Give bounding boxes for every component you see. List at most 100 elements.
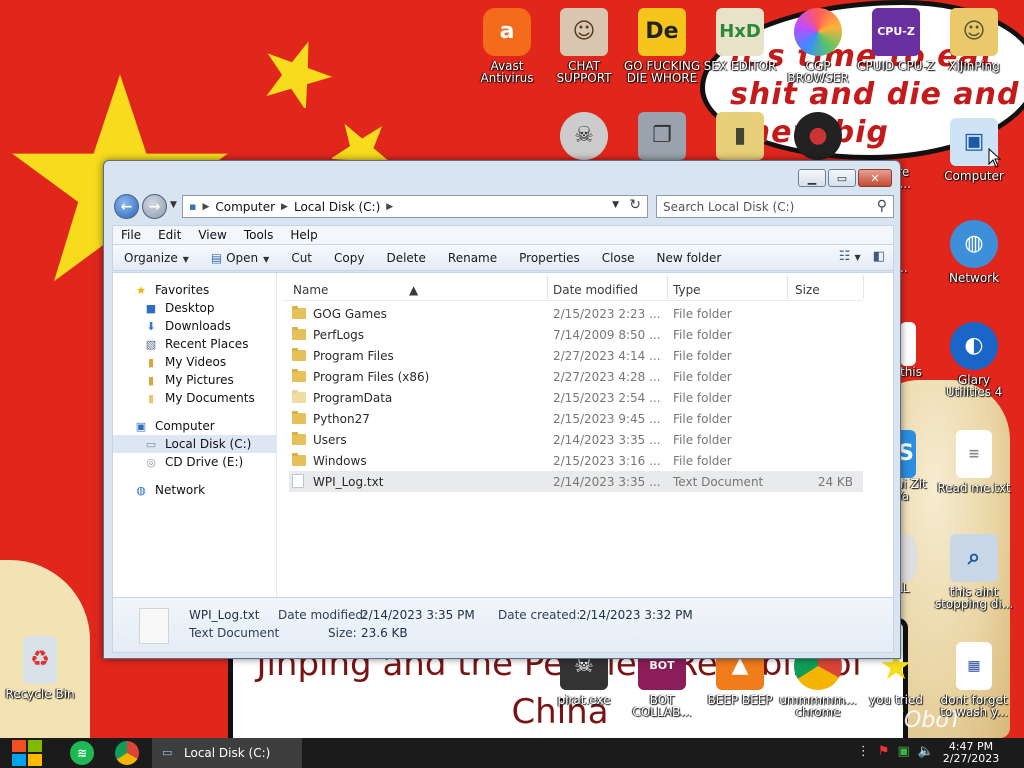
nav-desktop[interactable]: ■ Desktop (113, 299, 276, 317)
windows-logo-icon (28, 754, 42, 766)
recent-pages-dropdown[interactable]: ▼ (170, 200, 177, 210)
delete-button[interactable]: Delete (375, 251, 436, 265)
column-type[interactable]: Type (673, 283, 701, 297)
file-row[interactable]: ProgramData 2/15/2023 2:54 ... File fold… (289, 387, 863, 408)
column-divider[interactable] (787, 275, 788, 299)
minimize-icon: ▁ (807, 171, 817, 185)
address-row: ← → ▼ ▪ ▶ Computer ▶ Local Disk (C:) ▶ ▼… (112, 193, 894, 219)
menu-view[interactable]: View (190, 228, 235, 242)
desktop-icon-cgp-browser[interactable]: CGP BROWSER (778, 8, 858, 84)
desktop-icon-dark-disc[interactable]: ● (778, 112, 858, 164)
menu-edit[interactable]: Edit (150, 228, 190, 242)
file-row[interactable]: GOG Games 2/15/2023 2:23 ... File folder (289, 303, 863, 324)
desktop-icon-book[interactable]: ▮ (700, 112, 780, 164)
new-folder-button[interactable]: New folder (645, 251, 732, 265)
avast-icon: a (483, 8, 531, 56)
column-headers: ▲ Name Date modified Type Size (283, 273, 864, 301)
volume-icon[interactable]: 🔈 (918, 744, 934, 759)
breadcrumb-local-disk[interactable]: Local Disk (C:) (294, 200, 380, 214)
desktop-icon-avast[interactable]: a Avast Antivirus (467, 8, 547, 84)
desktop-icon-hex-editor[interactable]: HxD SEX EDITOR (700, 8, 780, 72)
file-row[interactable]: Program Files 2/27/2023 4:14 ... File fo… (289, 345, 863, 366)
menu-file[interactable]: File (113, 228, 150, 242)
file-row[interactable]: Windows 2/15/2023 3:16 ... File folder (289, 450, 863, 471)
desktop-icon-recycle-bin[interactable]: ♻ Recycle Bin (0, 636, 80, 700)
desktop-icon-zit[interactable]: S ai Zit Ya (896, 430, 936, 502)
column-size[interactable]: Size (795, 283, 820, 297)
details-size-value: 23.6 KB (361, 626, 408, 640)
network-tray-icon[interactable]: ▣ (898, 744, 910, 759)
chrome-icon[interactable] (115, 741, 139, 765)
preview-pane-icon[interactable]: ◧ (873, 249, 885, 264)
search-input[interactable]: Search Local Disk (C:) ⚲ (656, 195, 894, 218)
desktop-icon-chat-support[interactable]: ☺ CHAT SUPPORT (544, 8, 624, 84)
refresh-icon[interactable]: ↻ (629, 197, 641, 213)
recycle-bin-icon: ♻ (23, 636, 57, 684)
taskbar-explorer-button[interactable]: ▭ Local Disk (C:) (152, 738, 302, 768)
navigation-pane[interactable]: ★ Favorites ■ Desktop ⬇ Downloads ▧ Rece… (113, 273, 277, 597)
close-button[interactable]: ✕ (858, 169, 892, 187)
file-row-selected[interactable]: WPI_Log.txt 2/14/2023 3:35 ... Text Docu… (289, 471, 863, 492)
address-bar[interactable]: ▪ ▶ Computer ▶ Local Disk (C:) ▶ ▼ ↻ (182, 195, 648, 218)
close-toolbar-button[interactable]: Close (591, 251, 646, 265)
copy-button[interactable]: Copy (323, 251, 375, 265)
spotify-icon[interactable]: ≋ (70, 741, 94, 765)
file-row[interactable]: PerfLogs 7/14/2009 8:50 ... File folder (289, 324, 863, 345)
desktop-icon-cpuz[interactable]: CPU-Z CPUID CPU-Z (856, 8, 936, 72)
desktop-icon-dont-forget[interactable]: ▦ dont forget to wash y... (934, 642, 1014, 718)
forward-button[interactable]: → (142, 194, 167, 219)
nav-computer[interactable]: ▣ Computer (113, 417, 276, 435)
open-button[interactable]: ▤ Open ▼ (200, 251, 280, 265)
flag-icon[interactable]: ⚑ (878, 744, 890, 759)
desktop-icon-windows-stack[interactable]: ❐ (622, 112, 702, 164)
nav-my-pictures[interactable]: ▮ My Pictures (113, 371, 276, 389)
cut-button[interactable]: Cut (280, 251, 323, 265)
nav-network[interactable]: ◍ Network (113, 481, 276, 499)
address-history-dropdown-icon[interactable]: ▼ (612, 200, 619, 210)
nav-recent-places[interactable]: ▧ Recent Places (113, 335, 276, 353)
file-row[interactable]: Program Files (x86) 2/27/2023 4:28 ... F… (289, 366, 863, 387)
start-button[interactable] (10, 739, 44, 767)
back-button[interactable]: ← (114, 194, 139, 219)
column-date-modified[interactable]: Date modified (553, 283, 638, 297)
column-divider[interactable] (667, 275, 668, 299)
maximize-button[interactable]: ▭ (828, 169, 856, 187)
rename-button[interactable]: Rename (437, 251, 508, 265)
explorer-window[interactable]: ▁ ▭ ✕ ← → ▼ ▪ ▶ Computer ▶ Local Disk (C… (103, 160, 901, 659)
desktop-icon-ll[interactable]: LL (896, 534, 936, 594)
menu-tools[interactable]: Tools (236, 228, 283, 242)
desktop-icon-readme[interactable]: ≡ Read me.txt (934, 430, 1014, 494)
properties-button[interactable]: Properties (508, 251, 591, 265)
desktop-icon-die[interactable]: De GO FUCKING DIE WHORE (622, 8, 702, 84)
desktop-icon-glary[interactable]: ◐ Glary Utilities 4 (934, 322, 1014, 398)
nav-my-documents[interactable]: ▮ My Documents (113, 389, 276, 407)
file-list[interactable]: ▲ Name Date modified Type Size GOG Games… (283, 273, 893, 597)
nav-favorites[interactable]: ★ Favorites (113, 281, 276, 299)
desktop-icon-network[interactable]: ◍ Network (934, 220, 1014, 284)
breadcrumb-computer[interactable]: Computer (215, 200, 275, 214)
search-icon[interactable]: ⚲ (877, 198, 887, 214)
organize-button[interactable]: Organize ▼ (113, 251, 200, 265)
desktop-icon-computer[interactable]: ▣ Computer (934, 118, 1014, 182)
desktop-icon-this-aint[interactable]: ⌕ this aint stopping di... (934, 534, 1014, 610)
nav-my-videos[interactable]: ▮ My Videos (113, 353, 276, 371)
taskbar-clock[interactable]: 4:47 PM 2/27/2023 (936, 741, 1006, 765)
minimize-button[interactable]: ▁ (798, 169, 826, 187)
nav-cd-drive[interactable]: ◎ CD Drive (E:) (113, 453, 276, 471)
file-row[interactable]: Users 2/14/2023 3:35 ... File folder (289, 429, 863, 450)
book-icon: ▮ (716, 112, 764, 160)
window-stack-icon: ❐ (638, 112, 686, 160)
view-options-icon[interactable]: ☷ ▼ (839, 249, 861, 264)
tray-overflow-icon[interactable]: ⋮ (857, 744, 870, 759)
column-name[interactable]: Name (293, 283, 328, 297)
column-divider[interactable] (547, 275, 548, 299)
desktop-icon-xijinping[interactable]: ☺ XiJinPing (934, 8, 1014, 72)
menu-help[interactable]: Help (282, 228, 326, 242)
desktop-icon-skull[interactable]: ☠ (544, 112, 624, 164)
nav-local-disk[interactable]: ▭ Local Disk (C:) (113, 435, 276, 453)
file-row[interactable]: Python27 2/15/2023 9:45 ... File folder (289, 408, 863, 429)
column-divider[interactable] (863, 275, 864, 299)
nav-downloads[interactable]: ⬇ Downloads (113, 317, 276, 335)
desktop-icon-this[interactable]: this (900, 322, 940, 378)
folder-icon (292, 390, 306, 403)
